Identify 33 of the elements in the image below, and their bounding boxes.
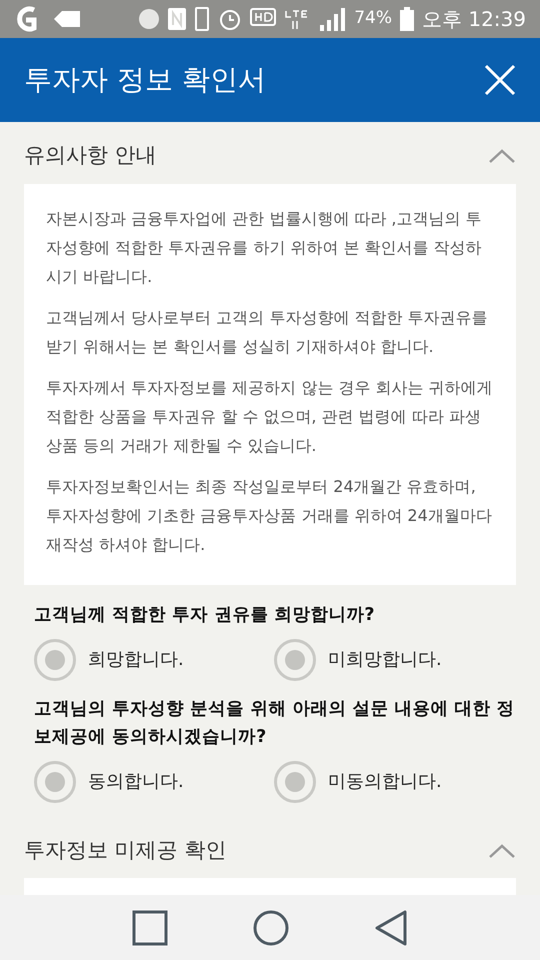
app-icon: [14, 6, 38, 32]
clock-text: 오후 12:39: [422, 6, 526, 33]
radio-option[interactable]: 동의합니다.: [34, 760, 274, 802]
recent-apps-button[interactable]: [132, 910, 168, 946]
notice-paragraph: 자본시장과 금융투자업에 관한 법률시행에 따라 ,고객님의 투자성향에 적합한 투자권유를 하기 위하여 본 확인서를 작성하시기 바랍니다.: [46, 208, 483, 288]
notice-paragraph: 고객님께서 당사로부터 고객의 투자성향에 적합한 투자권유를 받기 위해서는 본 확인서를 성실히 기재하셔야 합니다.: [46, 306, 488, 358]
radio-button[interactable]: [34, 638, 76, 680]
question-text: 고객님의 투자성향 분석을 위해 아래의 설문 내용에 대한 정보제공에 동의하시겠습니까?: [33, 698, 516, 748]
radio-button[interactable]: [274, 638, 316, 680]
section-title: 투자정보 미제공 확인: [24, 836, 226, 864]
radio-button[interactable]: [34, 760, 76, 802]
battery-percent-text: 74%: [354, 7, 392, 30]
vibrate-icon: [194, 7, 210, 31]
close-icon: [484, 64, 516, 96]
tag-icon: [54, 11, 80, 27]
radio-option[interactable]: 미동의합니다.: [274, 760, 514, 802]
notice-paragraph: 투자자께서 투자자정보를 제공하지 않는 경우 회사는 귀하에게 적합한 상품을 투자권유 할 수 없으며, 관련 법령에 따라 파생상품 등의 거래가 제한될 수 있습니다.: [46, 376, 494, 456]
chevron-up-icon: [488, 148, 516, 164]
close-button[interactable]: [484, 64, 516, 96]
notice-paragraph: 투자자정보확인서는 최종 작성일로부터 24개월간 유효하며, 투자자성향에 기초한 금융투자상품 거래를 위하여 24개월마다 재작성 하셔야 합니다.: [46, 476, 493, 556]
back-button[interactable]: [374, 910, 408, 946]
battery-icon: [400, 7, 414, 31]
signal-icon: [318, 7, 346, 31]
radio-button[interactable]: [274, 760, 316, 802]
alarm-icon: [218, 7, 242, 31]
section-title: 유의사항 안내: [24, 142, 157, 169]
radio-option[interactable]: 미희망합니다.: [274, 638, 514, 680]
page-title: 투자자 정보 확인서: [24, 62, 266, 98]
nfc-icon: [168, 8, 186, 30]
home-button[interactable]: [252, 908, 290, 946]
question-text: 고객님께 적합한 투자 권유를 희망합니까?: [33, 604, 376, 626]
chevron-up-icon: [488, 842, 516, 859]
radio-option[interactable]: 희망합니다.: [34, 638, 274, 680]
